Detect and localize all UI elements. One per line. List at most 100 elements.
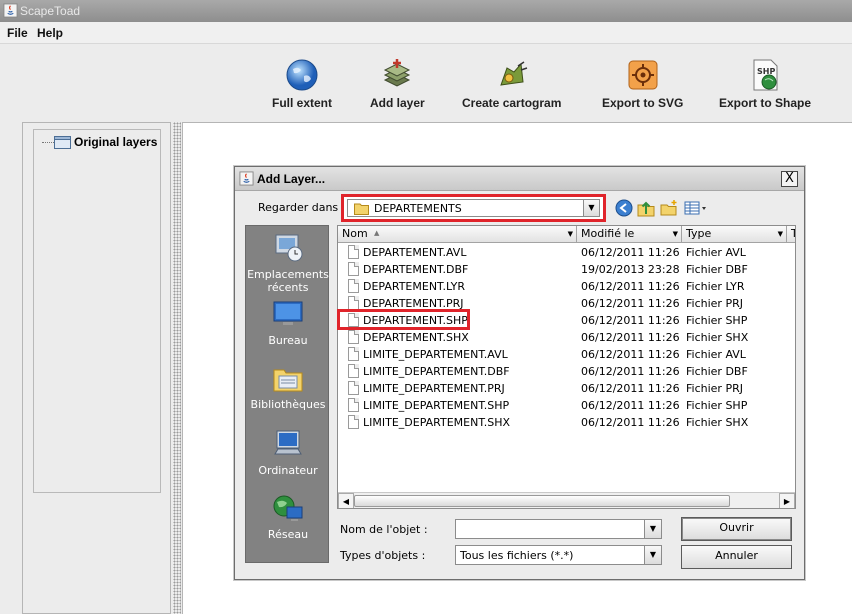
add-layer-label: Add layer [370,96,425,110]
menu-file[interactable]: File [7,26,28,40]
place-libraries-label: Bibliothèques [250,398,326,411]
filetype-label: Types d'objets : [340,549,426,562]
folder-icon [354,203,369,215]
original-layers-node[interactable]: Original layers [74,135,157,149]
file-name: LIMITE_DEPARTEMENT.AVL [363,348,508,361]
add-layer-icon [384,59,411,87]
file-type: Fichier SHP [686,314,748,327]
recent-places-icon [275,234,303,262]
shp-export-icon: SHP [753,59,778,91]
file-date: 06/12/2011 11:26 [581,280,680,293]
file-type: Fichier LYR [686,280,745,293]
places-bar: Emplacements récents Bureau Bibliothèque… [245,225,329,563]
file-date: 06/12/2011 11:26 [581,365,680,378]
file-icon [348,398,359,412]
file-icon [348,347,359,361]
up-folder-icon[interactable] [637,199,655,217]
export-svg-button[interactable]: Export to SVG [602,58,683,110]
svg-export-icon [628,60,658,90]
chevron-down-icon[interactable]: ▼ [778,226,783,243]
add-layer-button[interactable]: Add layer [370,58,425,110]
place-desktop-label: Bureau [268,334,308,347]
file-type: Fichier PRJ [686,382,743,395]
file-date: 06/12/2011 11:26 [581,382,680,395]
window-title: ScapeToad [20,4,81,18]
scroll-right-icon[interactable]: ▶ [779,493,795,508]
layers-tree[interactable]: Original layers [33,129,161,493]
chevron-down-icon[interactable]: ▼ [583,200,599,216]
file-icon [348,330,359,344]
file-row[interactable]: LIMITE_DEPARTEMENT.AVL 06/12/2011 11:26 Fi… [338,346,795,363]
file-name: DEPARTEMENT.SHX [363,331,469,344]
file-icon [348,279,359,293]
column-extra[interactable]: T [787,226,795,243]
file-icon [348,296,359,310]
file-row[interactable]: DEPARTEMENT.SHX 06/12/2011 11:26 Fichier S… [338,329,795,346]
file-list[interactable]: Nom ▲ ▼ Modifié le ▼ Type ▼ T DEPARTEMEN… [337,225,796,509]
scroll-left-icon[interactable]: ◀ [338,493,354,508]
column-modified[interactable]: Modifié le ▼ [577,226,682,243]
back-icon[interactable] [615,199,633,217]
filename-label: Nom de l'objet : [340,523,428,536]
chevron-down-icon[interactable]: ▼ [644,546,661,564]
java-icon [239,171,254,186]
file-row[interactable]: LIMITE_DEPARTEMENT.SHX 06/12/2011 11:26 Fi… [338,414,795,431]
place-network-label: Réseau [267,528,309,541]
network-icon [273,495,303,521]
selected-file-highlight [337,309,470,330]
open-button[interactable]: Ouvrir [681,517,792,541]
toolbar: Full extent Add layer Create cartogram E… [0,44,852,120]
libraries-icon [273,369,303,392]
file-name: LIMITE_DEPARTEMENT.DBF [363,365,510,378]
filetype-combo[interactable]: Tous les fichiers (*.*) ▼ [455,545,662,565]
horizontal-scrollbar[interactable]: ◀ ▶ [338,492,795,508]
file-row[interactable]: LIMITE_DEPARTEMENT.PRJ 06/12/2011 11:26 Fi… [338,380,795,397]
export-shape-button[interactable]: SHP Export to Shape [719,58,811,110]
view-menu-icon[interactable] [684,199,708,217]
file-date: 06/12/2011 11:26 [581,399,680,412]
svg-text:SHP: SHP [757,67,775,76]
scrollbar-thumb[interactable] [354,495,730,507]
split-pane-divider[interactable] [173,122,181,614]
new-folder-icon[interactable] [660,199,678,217]
chevron-down-icon[interactable]: ▼ [644,520,661,538]
file-date: 06/12/2011 11:26 [581,246,680,259]
file-row[interactable]: DEPARTEMENT.DBF 19/02/2013 23:28 Fichier D… [338,261,795,278]
window-titlebar: ScapeToad [0,0,852,22]
place-computer[interactable]: Ordinateur [246,428,330,477]
place-libraries[interactable]: Bibliothèques [246,362,330,411]
chevron-down-icon[interactable]: ▼ [568,226,573,243]
layers-panel: Original layers [22,122,171,614]
file-row[interactable]: DEPARTEMENT.LYR 06/12/2011 11:26 Fichier L… [338,278,795,295]
filename-input[interactable]: ▼ [455,519,662,539]
column-name[interactable]: Nom ▲ ▼ [338,226,577,243]
file-type: Fichier PRJ [686,297,743,310]
sort-ascending-icon: ▲ [374,229,380,237]
cancel-button[interactable]: Annuler [681,545,792,569]
menu-help[interactable]: Help [37,26,63,40]
place-computer-label: Ordinateur [258,464,318,477]
chevron-down-icon[interactable]: ▼ [673,226,678,243]
column-type[interactable]: Type ▼ [682,226,787,243]
file-row[interactable]: DEPARTEMENT.AVL 06/12/2011 11:26 Fichier A… [338,244,795,261]
create-cartogram-label: Create cartogram [462,96,562,110]
add-layer-dialog: Add Layer... X Regarder dans : DEPARTEME… [234,166,805,580]
create-cartogram-button[interactable]: Create cartogram [462,58,561,110]
export-shape-label: Export to Shape [719,96,812,110]
look-in-value: DEPARTEMENTS [374,202,462,215]
file-row[interactable]: LIMITE_DEPARTEMENT.DBF 06/12/2011 11:26 Fi… [338,363,795,380]
file-date: 06/12/2011 11:26 [581,314,680,327]
file-icon [348,415,359,429]
full-extent-button[interactable]: Full extent [272,58,332,110]
place-recent[interactable]: Emplacements récents [246,232,330,294]
cartogram-icon [499,61,527,86]
file-type: Fichier SHP [686,399,748,412]
file-name: DEPARTEMENT.DBF [363,263,469,276]
file-date: 19/02/2013 23:28 [581,263,680,276]
place-network[interactable]: Réseau [246,492,330,541]
globe-icon [286,59,318,91]
file-row[interactable]: LIMITE_DEPARTEMENT.SHP 06/12/2011 11:26 Fi… [338,397,795,414]
look-in-combo[interactable]: DEPARTEMENTS ▼ [347,199,600,217]
place-desktop[interactable]: Bureau [246,298,330,347]
dialog-close-button[interactable]: X [781,171,798,187]
